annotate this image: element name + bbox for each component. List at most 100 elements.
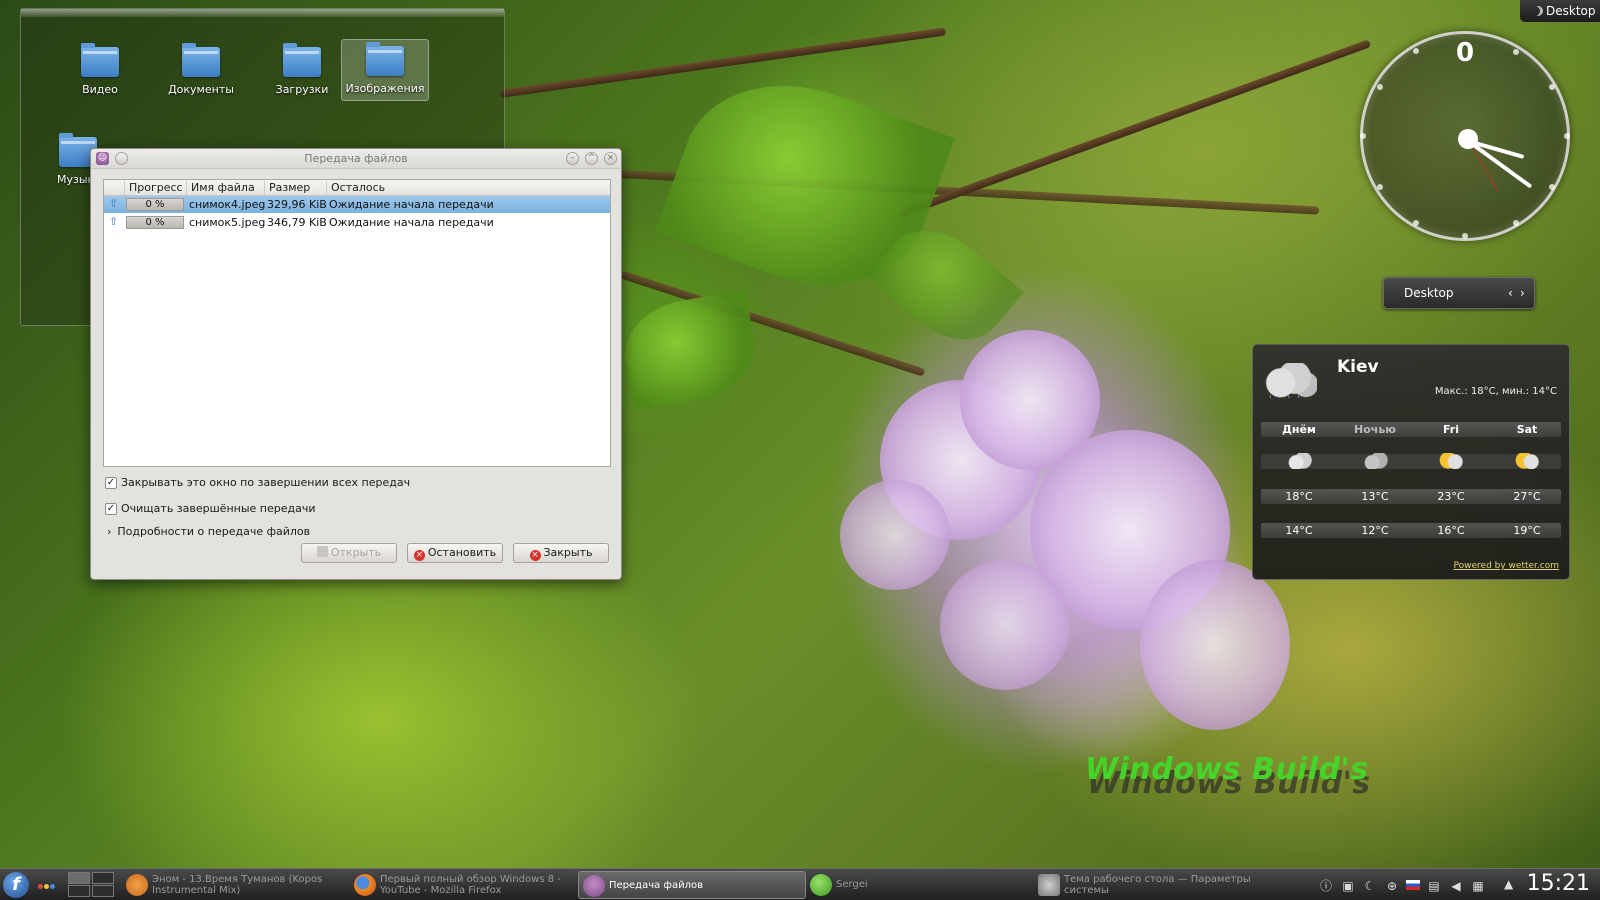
transfer-table[interactable]: Прогресс Имя файла Размер Осталось ⇧ 0 %… [103,179,611,467]
folder-video[interactable]: Видео [57,41,143,103]
pager-label: Desktop [1404,286,1454,300]
column-filename[interactable]: Имя файла [186,181,264,195]
clock-tick [1462,233,1468,239]
clear-finished-label: Очищать завершённые передачи [121,502,316,515]
maximize-button[interactable]: ^ [585,152,598,165]
taskbar-clock[interactable]: 15:21 [1527,871,1590,896]
messenger-icon[interactable]: ☾ [1362,878,1378,894]
folder-label: Документы [168,83,234,96]
analog-clock-widget[interactable]: 0 [1360,31,1570,241]
dialog-titlebar[interactable]: ☺ Передача файлов – ^ × [91,149,621,169]
close-on-finish-option[interactable]: ✓ Закрывать это окно по завершении всех п… [105,476,410,489]
progress-bar: 0 % [126,216,184,229]
close-on-finish-label: Закрывать это окно по завершении всех пе… [121,476,411,489]
table-row[interactable]: ⇧ 0 % снимок4.jpeg 329,96 KiB Ожидание н… [104,196,610,213]
day-high: 18°C [1285,490,1313,503]
file-transfer-icon [583,875,605,897]
table-row[interactable]: ⇧ 0 % снимок5.jpeg 346,79 KiB Ожидание н… [104,214,610,231]
close-on-finish-checkbox[interactable]: ✓ [105,477,117,489]
day-low: 19°C [1513,524,1541,537]
task-music-player[interactable]: Эном - 13.Время Туманов (Kopos Instrumen… [122,871,344,899]
task-chat-sergei[interactable]: Sergei [806,871,1034,899]
folder-panel-handle[interactable] [21,9,504,17]
clear-finished-option[interactable]: ✓ Очищать завершённые передачи [105,502,316,515]
task-label: Тема рабочего стола — Параметры системы [1064,874,1251,896]
cloudy-icon [1361,453,1389,469]
removable-device-icon[interactable]: ▦ [1470,878,1486,894]
virtual-desktop-2[interactable] [92,872,114,884]
task-label: Эном - 13.Время Туманов (Kopos Instrumen… [152,874,323,896]
clear-finished-checkbox[interactable]: ✓ [105,503,117,515]
clock-tick [1413,48,1419,54]
column-remaining[interactable]: Осталось [326,181,610,195]
day-low: 14°C [1285,524,1313,537]
column-size[interactable]: Размер [264,181,326,195]
progress-text: 0 % [145,217,165,228]
day-name: Sat [1516,423,1538,436]
clock-tick [1549,84,1555,90]
filename-cell: снимок5.jpeg [189,216,266,229]
day-name: Днём [1282,423,1316,436]
close-button[interactable]: × Закрыть [513,543,609,563]
folder-documents[interactable]: Документы [158,41,244,103]
partly-sunny-icon [1437,453,1465,469]
clipboard-icon[interactable]: ▤ [1426,878,1442,894]
weather-lows-row: 14°C 12°C 16°C 19°C [1261,523,1561,538]
application-launcher-icon[interactable]: f [3,872,29,898]
close-window-button[interactable]: × [604,152,617,165]
folder-label: Видео [82,83,118,96]
table-header: Прогресс Имя файла Размер Осталось [104,180,610,196]
pager-next-button[interactable]: › [1520,286,1525,300]
activity-icon [1530,6,1540,16]
progress-bar: 0 % [126,198,184,211]
filename-cell: снимок4.jpeg [189,198,266,211]
close-button-label: Закрыть [543,546,593,559]
column-progress[interactable]: Прогресс [124,181,186,195]
update-icon[interactable]: ⊕ [1384,878,1400,894]
volume-icon[interactable]: ◀ [1448,878,1464,894]
weather-city: Kiev [1337,357,1379,377]
close-icon: × [529,550,541,561]
minimize-button[interactable]: – [566,152,579,165]
desktop-activity-button[interactable]: Desktop [1520,0,1600,22]
progress-text: 0 % [145,199,165,210]
size-cell: 329,96 KiB [267,198,327,211]
flower-decoration [940,560,1070,690]
network-icon[interactable]: ▣ [1340,878,1356,894]
pager-prev-button[interactable]: ‹ [1508,286,1513,300]
details-expander[interactable]: › Подробности о передаче файлов [107,525,310,538]
remaining-cell: Ожидание начала передачи [329,216,494,229]
weather-icons-row [1261,453,1561,469]
remaining-cell: Ожидание начала передачи [329,198,494,211]
folder-pictures[interactable]: Изображения [341,39,429,101]
task-system-settings[interactable]: Тема рабочего стола — Параметры системы [1034,871,1264,899]
tray-expand-icon[interactable]: ▲ [1504,877,1513,891]
task-firefox[interactable]: Первый полный обзор Windows 8 - YouTube … [350,871,572,899]
activity-dots-icon[interactable] [38,879,56,892]
details-label: Подробности о передаче файлов [117,525,311,538]
folder-icon [182,43,220,77]
powered-by-link[interactable]: Powered by wetter.com [1454,561,1559,571]
desktop-pager[interactable]: Desktop ‹ › [1383,277,1535,309]
clock-tick [1564,133,1570,139]
info-icon[interactable]: ⓘ [1318,878,1334,894]
upload-icon: ⇧ [109,215,119,228]
folder-downloads[interactable]: Загрузки [259,41,345,103]
virtual-desktop-3[interactable] [68,885,90,897]
desktop-activity-label: Desktop [1546,4,1596,18]
open-button[interactable]: Открыть [301,543,397,563]
folder-icon [366,42,404,76]
open-button-label: Открыть [330,546,382,559]
weather-widget[interactable]: ' ' ' ' Kiev Макс.: 18°C, мин.: 14°C Днё… [1252,344,1570,580]
task-file-transfer[interactable]: Передача файлов [578,871,806,899]
day-name: Ночью [1354,423,1396,436]
virtual-desktop-1[interactable] [68,872,90,884]
virtual-desktop-4[interactable] [92,885,114,897]
stop-button[interactable]: × Остановить [407,543,503,563]
clock-hub [1458,129,1478,149]
clock-tick [1360,133,1366,139]
clock-tick [1413,220,1419,226]
partly-sunny-icon [1513,453,1541,469]
system-tray: ⓘ ▣ ☾ ⊕ ▤ ◀ ▦ [1318,877,1492,894]
keyboard-layout-flag-icon[interactable] [1406,880,1420,890]
